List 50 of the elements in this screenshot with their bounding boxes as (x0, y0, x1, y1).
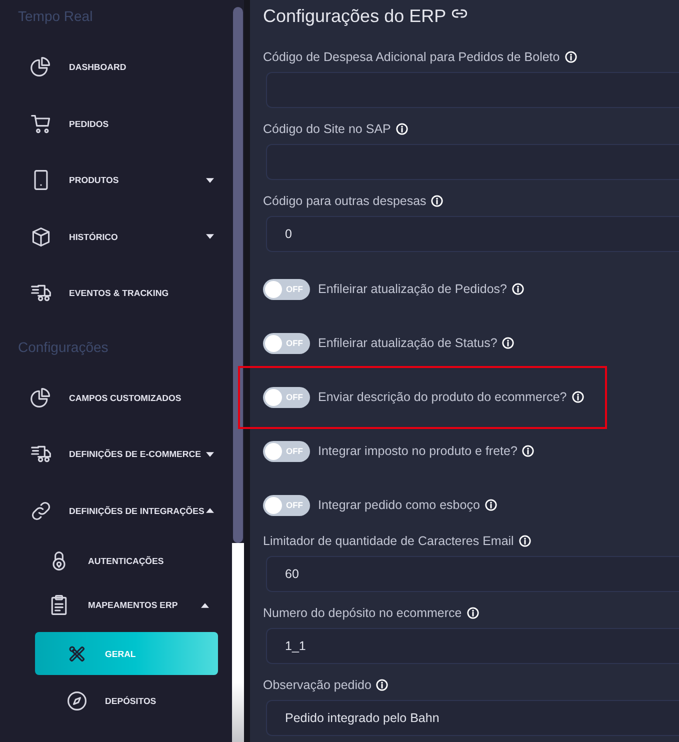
pie-chart-icon (30, 56, 52, 78)
sidebar-item[interactable]: DASHBOARD (30, 39, 218, 96)
sidebar-item[interactable]: PRODUTOS (30, 152, 218, 208)
input-field[interactable]: 0 (266, 216, 679, 252)
cube-icon (30, 226, 52, 248)
section-title: Configurações (17, 338, 110, 357)
scrollbar-thumb[interactable] (233, 7, 243, 543)
input-field[interactable]: 60 (266, 556, 679, 592)
input-field[interactable]: 1_1 (266, 628, 679, 664)
cart-icon (30, 112, 52, 135)
field-label: Limitador de quantidade de Caracteres Email (263, 534, 514, 548)
info-icon (512, 283, 524, 295)
setting-label: Enfileirar atualização de Pedidos? (318, 282, 508, 296)
info-icon (396, 123, 408, 135)
sidebar-item[interactable]: EVENTOS & TRACKING (30, 265, 218, 322)
input-field[interactable] (266, 72, 679, 108)
sidebar-item[interactable]: PEDIDOS (30, 96, 218, 152)
link-icon (452, 9, 468, 18)
sidebar-item[interactable]: CAMPOS CUSTOMIZADOS (30, 370, 218, 426)
info-icon (572, 391, 584, 403)
sidebar-item[interactable]: DEPÓSITOS (35, 679, 218, 722)
section-title: Tempo Real (17, 7, 94, 26)
sidebar-item[interactable]: DEFINIÇÕES DE INTEGRAÇÕES (30, 482, 218, 539)
page-title: Configurações do ERP (263, 5, 446, 28)
pie-chart-icon (30, 386, 52, 409)
info-icon (522, 445, 534, 457)
compass-icon (66, 690, 88, 712)
info-icon (376, 679, 388, 691)
input-field[interactable] (266, 144, 679, 180)
setting-label: Integrar imposto no produto e frete? (318, 444, 518, 458)
info-icon (466, 607, 479, 619)
link-icon (30, 500, 52, 522)
setting-label: Enfileirar atualização de Status? (318, 336, 498, 350)
info-icon (518, 535, 531, 547)
info-icon (502, 337, 514, 349)
field-label: Código para outras despesas (263, 194, 426, 208)
info-icon (484, 499, 497, 511)
input-field[interactable]: Pedido integrado pelo Bahn (266, 700, 679, 736)
field-label: Numero do depósito no ecommerce (263, 606, 462, 620)
sidebar-item[interactable]: DEFINIÇÕES DE E-COMMERCE (30, 426, 218, 482)
info-icon (564, 51, 577, 63)
field-label: Observação pedido (263, 678, 372, 692)
field-label: Código do Site no SAP (263, 122, 391, 136)
field-label: Código de Despesa Adicional para Pedidos de Boleto (263, 50, 560, 64)
setting-label: Enviar descrição do produto do ecommerce? (318, 390, 567, 404)
sidebar-item[interactable]: HISTÓRICO (30, 208, 218, 265)
setting-label: Integrar pedido como esboço (318, 498, 480, 512)
info-icon (431, 195, 444, 207)
sidebar-item[interactable]: AUTENTICAÇÕES (48, 539, 218, 583)
sidebar-item[interactable]: MAPEAMENTOS ERP (48, 583, 218, 627)
